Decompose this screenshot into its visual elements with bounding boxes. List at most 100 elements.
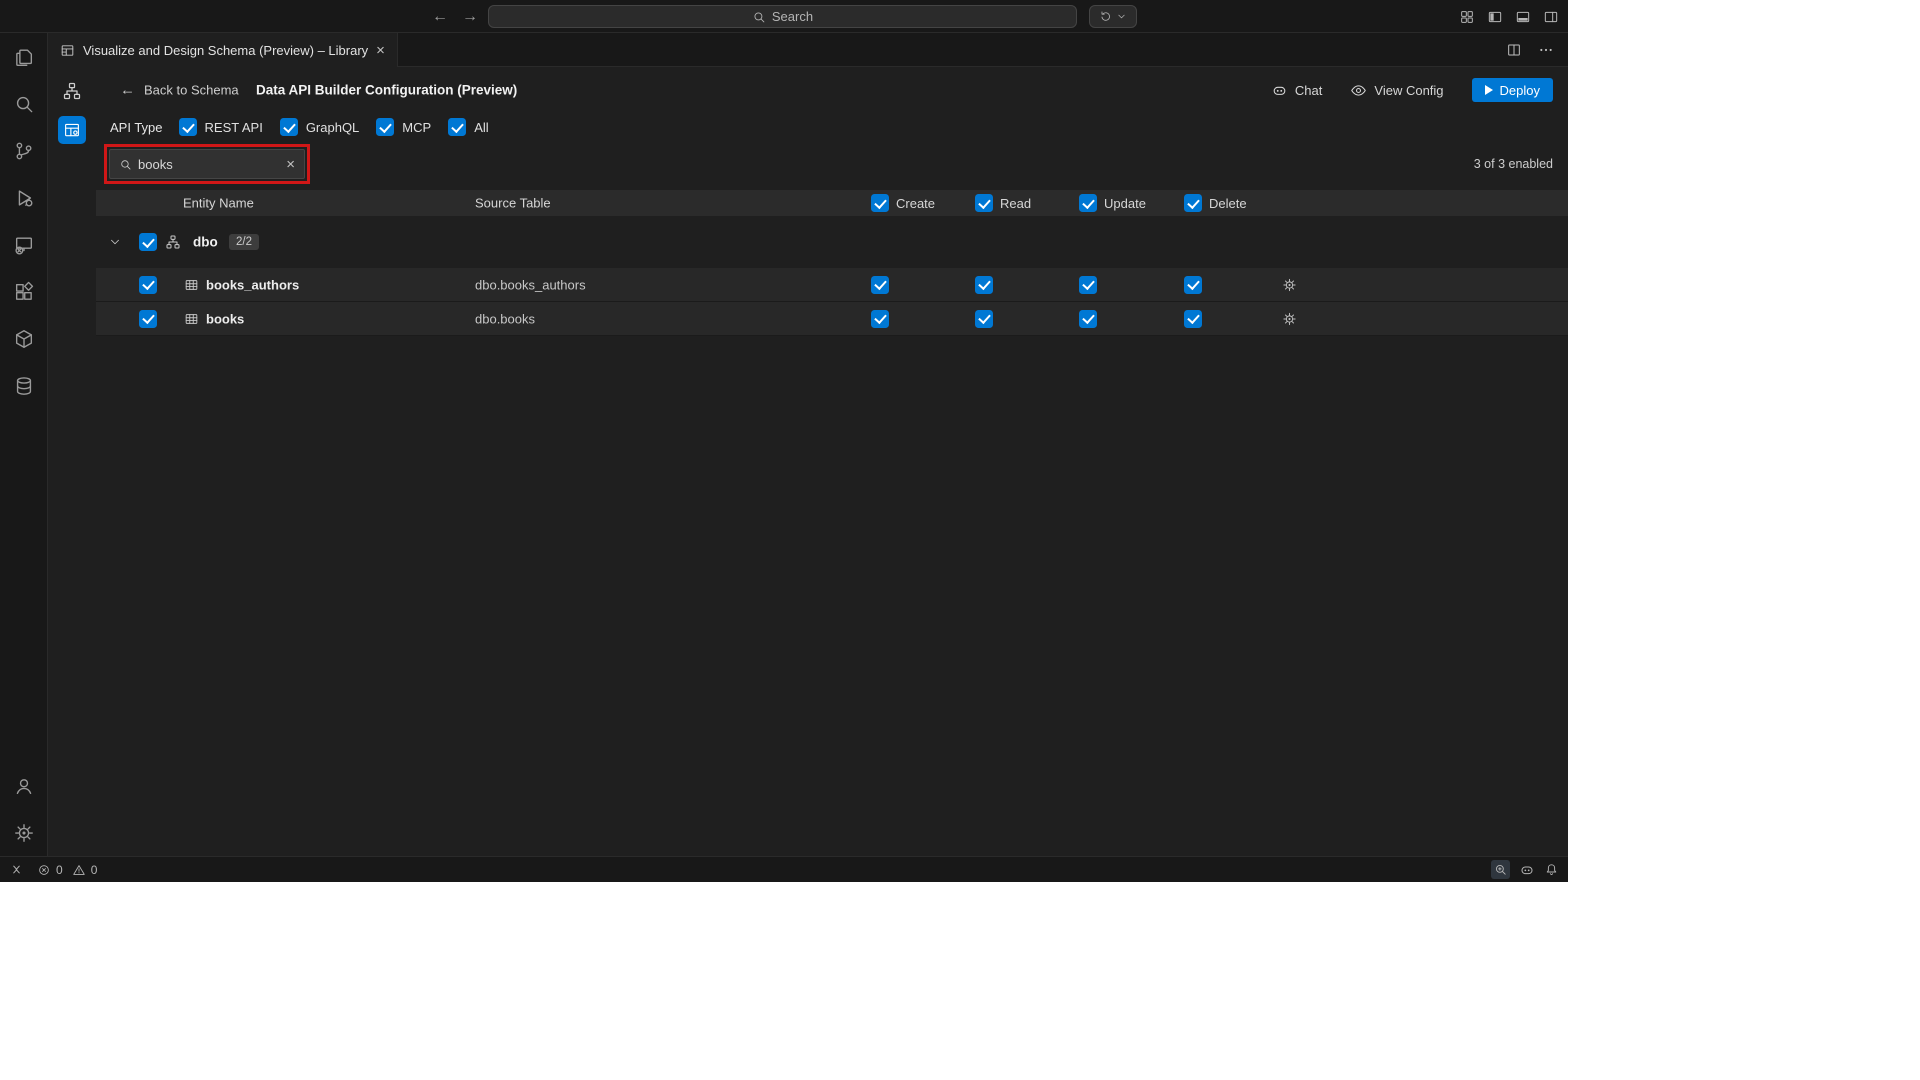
update-header: Update — [1104, 196, 1146, 211]
entity-source: dbo.books_authors — [475, 277, 586, 292]
command-center-label: Search — [772, 9, 813, 24]
editor-content: ← Back to Schema Data API Builder Config… — [48, 67, 1568, 856]
toggle-panel-icon[interactable] — [1515, 9, 1531, 25]
source-control-icon[interactable] — [0, 127, 48, 174]
delete-all-checkbox[interactable] — [1184, 194, 1202, 212]
back-to-schema-link[interactable]: ← Back to Schema — [120, 82, 239, 99]
graphql-checkbox[interactable] — [280, 118, 298, 136]
status-bar: 0 0 — [0, 856, 1568, 882]
group-expand-chevron-icon[interactable] — [108, 235, 122, 249]
create-checkbox[interactable] — [871, 276, 889, 294]
customize-layout-icon[interactable] — [1459, 9, 1475, 25]
database-icon[interactable] — [0, 362, 48, 409]
entity-search-box: × — [109, 149, 305, 179]
row-checkbox[interactable] — [139, 310, 157, 328]
dab-config-icon[interactable] — [58, 116, 86, 144]
toggle-primary-sidebar-icon[interactable] — [1487, 9, 1503, 25]
table-header-row: Entity Name Source Table Create Read — [96, 190, 1568, 216]
accounts-icon[interactable] — [0, 762, 48, 809]
update-all-checkbox[interactable] — [1079, 194, 1097, 212]
search-icon — [119, 158, 132, 171]
group-name: dbo — [193, 235, 218, 250]
vscode-window: ← → Search — [0, 0, 1568, 882]
read-checkbox[interactable] — [975, 310, 993, 328]
row-settings-gear-icon[interactable] — [1282, 311, 1297, 326]
deploy-button[interactable]: Deploy — [1472, 78, 1553, 102]
chat-label: Chat — [1295, 83, 1322, 98]
command-center-search[interactable]: Search — [488, 5, 1077, 28]
entity-table: Entity Name Source Table Create Read — [96, 190, 1568, 336]
rest-api-checkbox[interactable] — [179, 118, 197, 136]
tab-close-icon[interactable]: × — [376, 43, 385, 58]
row-checkbox[interactable] — [139, 276, 157, 294]
all-label: All — [474, 120, 488, 135]
nav-forward-icon[interactable]: → — [462, 8, 478, 26]
problems-indicator[interactable]: 0 0 — [37, 863, 97, 877]
editor-group: Visualize and Design Schema (Preview) – … — [48, 33, 1568, 856]
source-table-header: Source Table — [475, 196, 551, 211]
more-actions-icon[interactable] — [1538, 42, 1554, 58]
mcp-checkbox[interactable] — [376, 118, 394, 136]
table-row: books_authors dbo.books_authors — [96, 268, 1568, 302]
notifications-bell-icon[interactable] — [1544, 862, 1559, 877]
read-header: Read — [1000, 196, 1031, 211]
run-debug-icon[interactable] — [0, 174, 48, 221]
graphql-label: GraphQL — [306, 120, 359, 135]
create-all-checkbox[interactable] — [871, 194, 889, 212]
api-type-option-all: All — [448, 118, 488, 136]
database-projects-icon[interactable] — [0, 315, 48, 362]
play-icon — [1485, 85, 1493, 95]
rest-api-label: REST API — [205, 120, 263, 135]
settings-gear-icon[interactable] — [0, 809, 48, 856]
back-arrow-icon: ← — [120, 82, 135, 99]
error-count: 0 — [56, 863, 63, 877]
read-all-checkbox[interactable] — [975, 194, 993, 212]
nav-back-icon[interactable]: ← — [432, 8, 448, 26]
read-checkbox[interactable] — [975, 276, 993, 294]
update-checkbox[interactable] — [1079, 276, 1097, 294]
group-checkbox[interactable] — [139, 233, 157, 251]
webview-mini-sidebar — [48, 67, 96, 856]
mcp-label: MCP — [402, 120, 431, 135]
delete-checkbox[interactable] — [1184, 310, 1202, 328]
command-center-history-button[interactable] — [1089, 5, 1137, 28]
remote-indicator-icon[interactable] — [9, 862, 24, 877]
eye-icon — [1350, 82, 1367, 99]
warning-count: 0 — [91, 863, 98, 877]
group-count-badge: 2/2 — [229, 234, 259, 250]
explorer-icon[interactable] — [0, 33, 48, 80]
clear-search-icon[interactable]: × — [286, 156, 295, 173]
history-icon — [1099, 10, 1112, 23]
split-editor-icon[interactable] — [1506, 42, 1522, 58]
toggle-secondary-sidebar-icon[interactable] — [1543, 9, 1559, 25]
table-icon — [184, 311, 199, 326]
row-settings-gear-icon[interactable] — [1282, 277, 1297, 292]
all-checkbox[interactable] — [448, 118, 466, 136]
table-row: books dbo.books — [96, 302, 1568, 336]
error-icon — [37, 863, 51, 877]
chevron-down-icon — [1116, 11, 1127, 22]
page-title: Data API Builder Configuration (Preview) — [256, 83, 517, 98]
entity-name: books — [206, 311, 244, 326]
chat-button[interactable]: Chat — [1271, 82, 1322, 99]
create-header: Create — [896, 196, 935, 211]
api-type-label: API Type — [110, 120, 163, 135]
schema-group-row: dbo 2/2 — [96, 216, 1568, 268]
view-config-button[interactable]: View Config — [1350, 82, 1443, 99]
entity-name-header: Entity Name — [183, 196, 254, 211]
create-checkbox[interactable] — [871, 310, 889, 328]
entity-search-input[interactable] — [138, 157, 280, 172]
view-config-label: View Config — [1374, 83, 1443, 98]
tab-title: Visualize and Design Schema (Preview) – … — [83, 43, 368, 58]
update-checkbox[interactable] — [1079, 310, 1097, 328]
copilot-status-icon[interactable] — [1519, 862, 1535, 878]
zoom-indicator-icon[interactable] — [1491, 860, 1510, 879]
visualize-schema-icon[interactable] — [58, 77, 86, 105]
extensions-icon[interactable] — [0, 268, 48, 315]
remote-explorer-icon[interactable] — [0, 221, 48, 268]
search-sidebar-icon[interactable] — [0, 80, 48, 127]
tab-visualize-design-schema[interactable]: Visualize and Design Schema (Preview) – … — [48, 33, 398, 67]
search-icon — [752, 10, 766, 24]
delete-checkbox[interactable] — [1184, 276, 1202, 294]
copilot-icon — [1271, 82, 1288, 99]
